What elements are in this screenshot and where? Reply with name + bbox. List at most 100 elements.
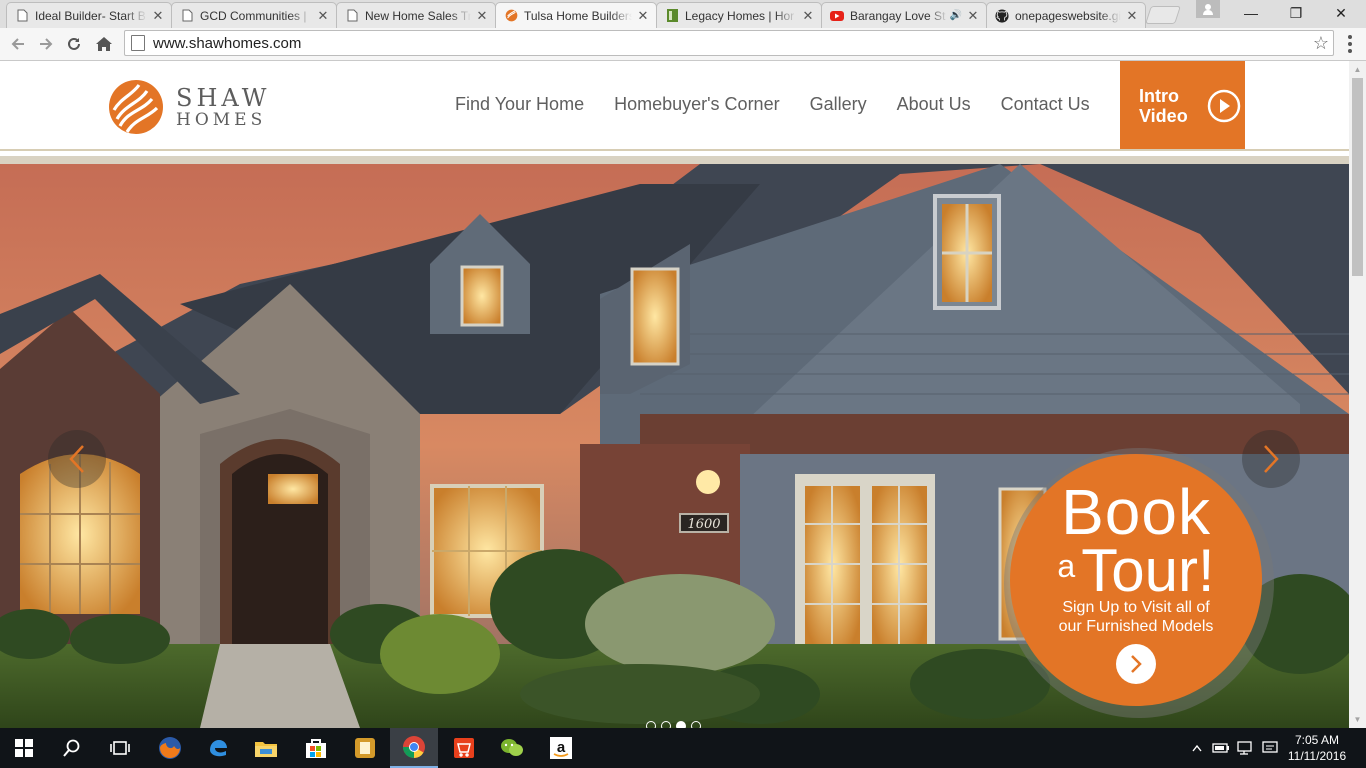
taskbar-search-button[interactable] <box>48 728 96 768</box>
tab-gcd-communities[interactable]: GCD Communities | ✕ <box>171 2 337 28</box>
book-tour-subtitle: Sign Up to Visit all of our Furnished Mo… <box>1040 598 1232 636</box>
intro-video-line2: Video <box>1139 105 1188 126</box>
notification-tray-button[interactable] <box>1258 728 1282 768</box>
minimize-button[interactable]: — <box>1228 0 1274 26</box>
amazon-icon: a <box>550 737 572 759</box>
back-arrow-icon <box>11 38 24 50</box>
tab-title: Barangay Love St <box>850 8 946 23</box>
tray-overflow-button[interactable] <box>1188 728 1206 768</box>
scroll-thumb[interactable] <box>1352 78 1363 276</box>
home-icon <box>96 37 112 51</box>
taskbar-amazon[interactable]: a <box>537 728 585 768</box>
house-number: 1600 <box>687 517 720 532</box>
maximize-button[interactable]: ❐ <box>1273 0 1319 26</box>
slider-dot-active[interactable] <box>676 721 686 728</box>
network-tray-button[interactable] <box>1234 728 1256 768</box>
page-viewport: SHAW HOMES Find Your Home Homebuyer's Co… <box>0 61 1366 728</box>
firefox-icon <box>159 737 181 759</box>
tour-title: Tour! <box>1081 537 1215 604</box>
scroll-up-arrow-icon[interactable]: ▲ <box>1349 61 1366 78</box>
tab-legacy-homes[interactable]: Legacy Homes | Hor ✕ <box>656 2 822 28</box>
slider-dot[interactable] <box>646 721 656 728</box>
taskbar-edge[interactable] <box>194 728 242 768</box>
page-icon <box>180 9 194 23</box>
system-clock[interactable]: 7:05 AM 11/11/2016 <box>1284 732 1350 764</box>
message-icon <box>1262 741 1278 753</box>
windows-start-icon <box>15 739 33 757</box>
close-icon[interactable]: ✕ <box>966 8 980 24</box>
intro-video-line1: Intro <box>1139 85 1179 106</box>
tab-new-home-sales[interactable]: New Home Sales Tra ✕ <box>336 2 496 28</box>
logo-wordmark-homes: HOMES <box>176 109 267 130</box>
taskbar-firefox[interactable] <box>146 728 194 768</box>
logo-wordmark-shaw: SHAW <box>176 83 271 112</box>
tab-ideal-builder[interactable]: Ideal Builder- Start B ✕ <box>6 2 172 28</box>
shaw-logo-icon <box>504 9 518 23</box>
close-window-button[interactable]: ✕ <box>1318 0 1364 26</box>
reload-button[interactable] <box>62 32 86 56</box>
tour-title-a: a <box>1057 548 1076 584</box>
scroll-down-arrow-icon[interactable]: ▼ <box>1349 711 1366 728</box>
wechat-icon <box>501 739 523 756</box>
page-scrollbar[interactable]: ▲ ▼ <box>1349 61 1366 728</box>
task-view-button[interactable] <box>96 728 144 768</box>
header-band <box>0 156 1349 164</box>
new-tab-button[interactable] <box>1145 6 1181 24</box>
taskbar-chrome[interactable] <box>390 728 438 768</box>
battery-tray-button[interactable] <box>1210 728 1232 768</box>
profile-button[interactable] <box>1196 0 1220 18</box>
shaw-swirl-icon <box>109 80 163 134</box>
taskbar-wechat[interactable] <box>488 728 536 768</box>
nav-homebuyers-corner[interactable]: Homebuyer's Corner <box>614 94 780 115</box>
address-bar[interactable]: ☆ <box>124 30 1334 56</box>
chrome-menu-button[interactable] <box>1340 32 1360 56</box>
legacy-icon <box>665 9 679 23</box>
slider-dot[interactable] <box>661 721 671 728</box>
tab-barangay-love[interactable]: Barangay Love St 🔊 ✕ <box>821 2 987 28</box>
forward-arrow-icon <box>40 38 53 50</box>
site-header: SHAW HOMES Find Your Home Homebuyer's Co… <box>0 61 1349 151</box>
nav-gallery[interactable]: Gallery <box>810 94 867 115</box>
search-icon <box>63 739 80 757</box>
book-a-tour-badge[interactable]: Book a Tour! Sign Up to Visit all of our … <box>1010 454 1262 706</box>
task-view-icon <box>110 741 130 755</box>
network-icon <box>1237 741 1252 755</box>
taskbar-app[interactable] <box>341 728 389 768</box>
close-icon[interactable]: ✕ <box>316 8 330 24</box>
close-icon[interactable]: ✕ <box>801 8 815 24</box>
book-tour-subtitle-line2: our Furnished Models <box>1058 618 1214 635</box>
home-button[interactable] <box>92 32 116 56</box>
shaw-homes-logo[interactable]: SHAW HOMES <box>108 79 270 135</box>
tab-tulsa-home-builders[interactable]: Tulsa Home Builders ✕ <box>495 2 657 28</box>
clock-time: 7:05 AM <box>1294 733 1340 747</box>
chrome-icon <box>403 736 425 758</box>
nav-find-your-home[interactable]: Find Your Home <box>455 94 584 115</box>
close-icon[interactable]: ✕ <box>475 8 489 24</box>
close-icon[interactable]: ✕ <box>636 8 650 24</box>
tab-title: onepageswebsite.gi <box>1015 8 1121 23</box>
nav-contact-us[interactable]: Contact Us <box>1001 94 1090 115</box>
intro-video-button[interactable]: Intro Video <box>1120 61 1245 150</box>
start-button[interactable] <box>0 728 48 768</box>
clock-date: 11/11/2016 <box>1287 749 1347 763</box>
url-input[interactable] <box>153 34 1309 52</box>
book-tour-go-button[interactable] <box>1116 644 1156 684</box>
tab-onepageswebsite[interactable]: onepageswebsite.gi ✕ <box>986 2 1146 28</box>
bookmark-star-icon[interactable]: ☆ <box>1309 33 1333 54</box>
file-explorer-icon <box>255 742 277 757</box>
taskbar-store[interactable] <box>292 728 340 768</box>
nav-about-us[interactable]: About Us <box>897 94 971 115</box>
taskbar-file-explorer[interactable] <box>242 728 290 768</box>
tab-title: GCD Communities | <box>200 8 307 23</box>
page-info-icon[interactable] <box>131 35 145 51</box>
taskbar-shopping[interactable] <box>440 728 488 768</box>
forward-button[interactable] <box>34 32 58 56</box>
close-icon[interactable]: ✕ <box>1125 8 1139 24</box>
back-button[interactable] <box>6 32 30 56</box>
chevron-right-icon <box>1131 655 1142 673</box>
hero-slider: 1600 Book a Tour! Sign Up to Visit all o… <box>0 164 1349 728</box>
tour-title-line: a Tour! <box>1010 536 1262 601</box>
close-icon[interactable]: ✕ <box>151 8 165 24</box>
slider-prev-button[interactable] <box>48 430 106 488</box>
slider-dot[interactable] <box>691 721 701 728</box>
